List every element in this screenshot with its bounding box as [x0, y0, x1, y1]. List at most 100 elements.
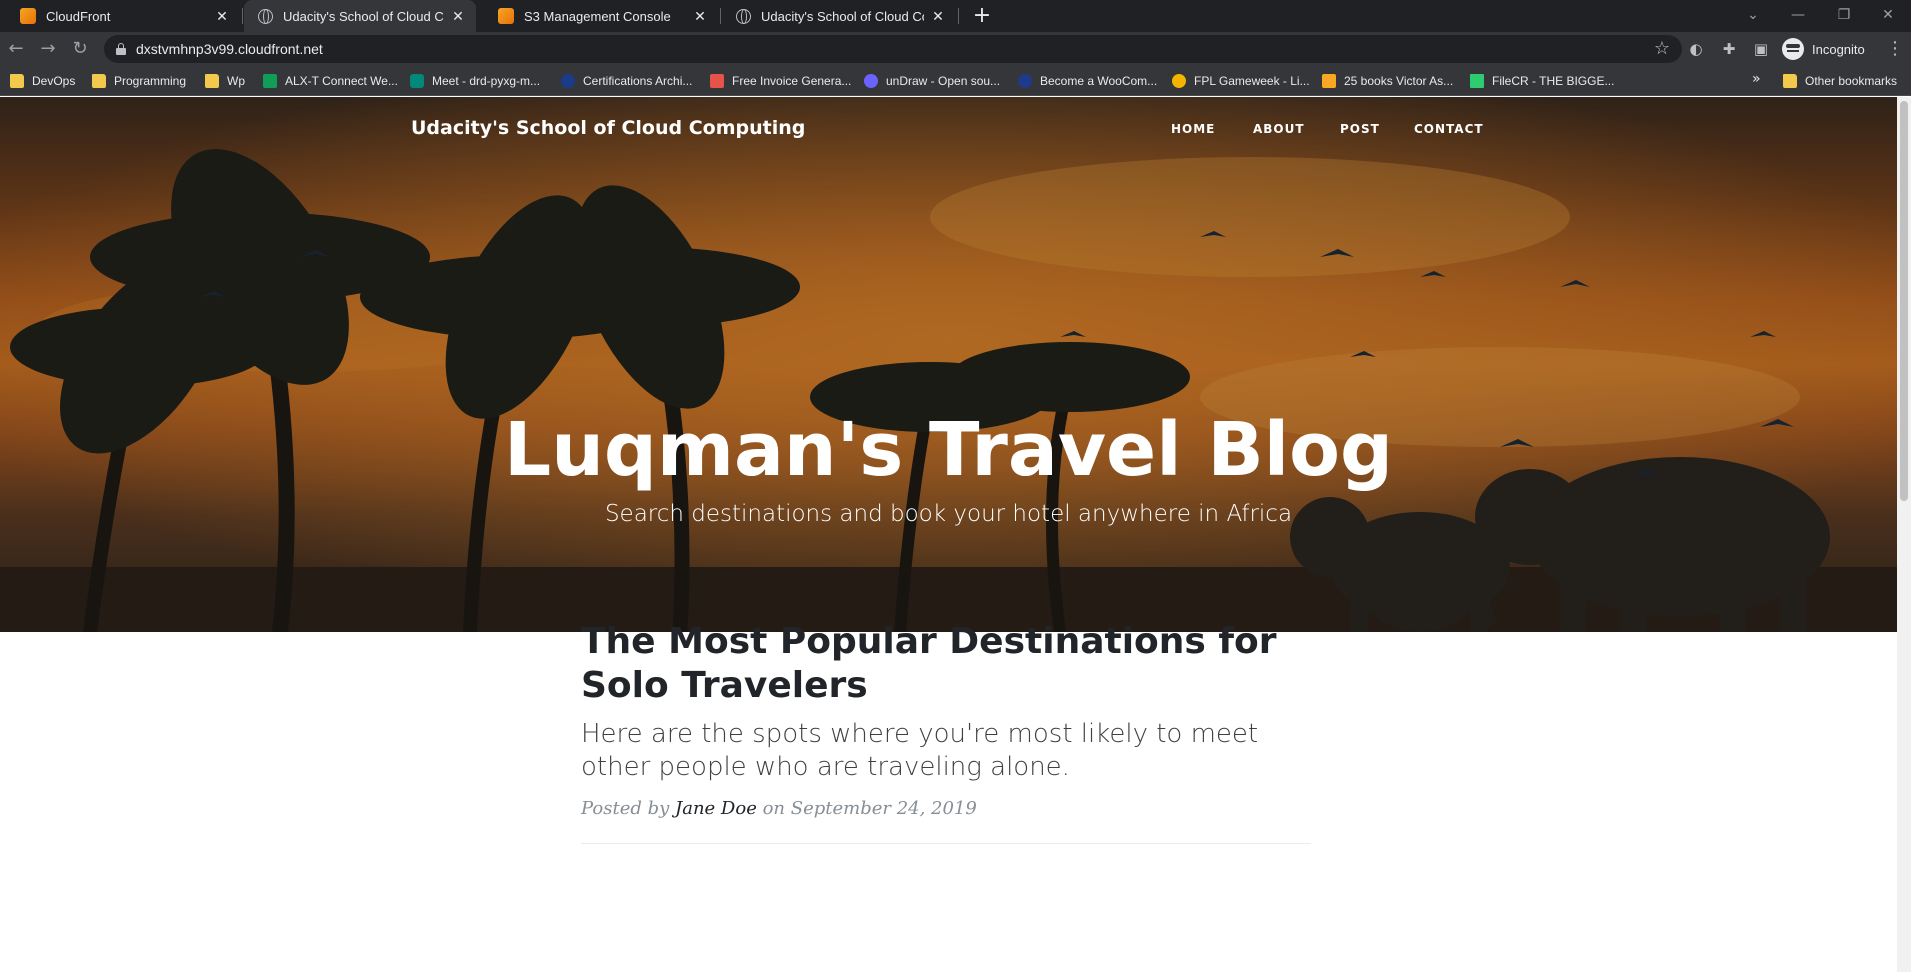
- tab-udacity-active[interactable]: Udacity's School of Cloud Computing ✕: [244, 0, 476, 32]
- reload-icon[interactable]: ↻: [68, 37, 92, 61]
- bookmark-woocommerce[interactable]: Become a WooCom...: [1018, 72, 1157, 90]
- tab-title: S3 Management Console: [524, 8, 671, 24]
- new-tab-button[interactable]: +: [970, 4, 994, 28]
- profile-button[interactable]: Incognito: [1782, 37, 1865, 61]
- address-url[interactable]: dxstvmhnp3v99.cloudfront.net: [136, 41, 323, 57]
- tab-separator: [958, 8, 959, 24]
- forward-icon[interactable]: →: [36, 37, 60, 61]
- nav-about-link[interactable]: ABOUT: [1253, 122, 1305, 136]
- book-icon: [1322, 74, 1336, 88]
- filecr-icon: [1470, 74, 1484, 88]
- globe-icon: [736, 8, 751, 24]
- lock-icon[interactable]: [116, 43, 126, 55]
- extension-icon[interactable]: ◐: [1684, 37, 1708, 61]
- post-author-link[interactable]: Jane Doe: [675, 798, 757, 819]
- aws-icon: [20, 8, 36, 24]
- scrollbar-thumb[interactable]: [1900, 101, 1908, 501]
- tab-search-icon[interactable]: ⌄: [1733, 4, 1773, 26]
- bookmark-label: 25 books Victor As...: [1344, 74, 1454, 88]
- back-icon[interactable]: ←: [4, 37, 28, 61]
- close-icon[interactable]: ✕: [692, 8, 708, 25]
- tab-s3-console[interactable]: S3 Management Console ✕: [484, 0, 718, 32]
- bookmark-wp[interactable]: Wp: [205, 72, 245, 90]
- close-window-icon[interactable]: ✕: [1868, 4, 1908, 26]
- bookmark-label: FPL Gameweek - Li...: [1194, 74, 1310, 88]
- address-bar[interactable]: dxstvmhnp3v99.cloudfront.net ☆: [104, 35, 1682, 63]
- folder-icon: [1783, 74, 1797, 88]
- nav-home-link[interactable]: HOME: [1171, 122, 1215, 136]
- bookmarks-bar: DevOps Programming Wp ALX-T Connect We..…: [0, 66, 1911, 96]
- bookmark-filecr[interactable]: FileCR - THE BIGGE...: [1470, 72, 1614, 90]
- folder-icon: [10, 74, 24, 88]
- post-title[interactable]: The Most Popular Destinations for Solo T…: [581, 620, 1311, 708]
- bookmark-label: unDraw - Open sou...: [886, 74, 1001, 88]
- bookmarks-overflow-icon[interactable]: »: [1752, 71, 1761, 87]
- bookmark-label: Programming: [114, 74, 187, 88]
- bookmark-meet[interactable]: Meet - drd-pyxg-m...: [410, 72, 540, 90]
- folder-icon: [205, 74, 219, 88]
- bookmark-alx[interactable]: ALX-T Connect We...: [263, 72, 398, 90]
- post-meta-prefix: Posted by: [581, 798, 670, 819]
- bookmark-label: FileCR - THE BIGGE...: [1492, 74, 1615, 88]
- close-icon[interactable]: ✕: [930, 8, 946, 25]
- tab-separator: [720, 8, 721, 24]
- badge-icon: [561, 74, 575, 88]
- sheets-icon: [263, 74, 277, 88]
- post-meta-date: on September 24, 2019: [762, 798, 977, 819]
- bookmark-label: Wp: [227, 74, 245, 88]
- extensions-puzzle-icon[interactable]: ✚: [1717, 37, 1741, 61]
- bookmark-undraw[interactable]: unDraw - Open sou...: [864, 72, 1000, 90]
- bookmark-fpl[interactable]: FPL Gameweek - Li...: [1172, 72, 1310, 90]
- bookmark-devops[interactable]: DevOps: [10, 72, 75, 90]
- bookmark-certifications[interactable]: Certifications Archi...: [561, 72, 692, 90]
- folder-icon: [92, 74, 106, 88]
- hero-banner: Udacity's School of Cloud Computing HOME…: [0, 97, 1897, 632]
- close-icon[interactable]: ✕: [450, 8, 466, 25]
- close-icon[interactable]: ✕: [214, 8, 230, 25]
- nav-post-link[interactable]: POST: [1340, 122, 1380, 136]
- incognito-icon: [1782, 38, 1804, 60]
- tab-title: CloudFront: [46, 8, 111, 24]
- page-subtitle: Search destinations and book your hotel …: [604, 501, 1293, 527]
- tab-cloudfront[interactable]: CloudFront ✕: [6, 0, 240, 32]
- other-bookmarks[interactable]: Other bookmarks: [1783, 72, 1897, 90]
- globe-icon: [258, 8, 273, 24]
- post-divider: [581, 843, 1311, 844]
- post-meta: Posted by Jane Doe on September 24, 2019: [581, 798, 1311, 819]
- meet-icon: [410, 74, 424, 88]
- hero-overlay: [0, 97, 1897, 632]
- bookmark-label: Become a WooCom...: [1040, 74, 1158, 88]
- bookmark-label: Meet - drd-pyxg-m...: [432, 74, 541, 88]
- kebab-menu-icon[interactable]: ⋮: [1886, 37, 1904, 61]
- bookmark-programming[interactable]: Programming: [92, 72, 186, 90]
- site-navbar: Udacity's School of Cloud Computing HOME…: [0, 97, 1897, 157]
- bookmark-label: Free Invoice Genera...: [732, 74, 852, 88]
- tab-title: Udacity's School of Cloud Computing: [761, 8, 924, 24]
- page-title: Luqman's Travel Blog: [504, 407, 1393, 493]
- post-preview[interactable]: The Most Popular Destinations for Solo T…: [581, 620, 1311, 819]
- tab-udacity[interactable]: Udacity's School of Cloud Computing ✕: [722, 0, 956, 32]
- invoice-icon: [710, 74, 724, 88]
- browser-toolbar: ← → ↻ dxstvmhnp3v99.cloudfront.net ☆ ◐ ✚…: [0, 32, 1911, 66]
- side-panel-icon[interactable]: ▣: [1749, 37, 1773, 61]
- page-scrollbar[interactable]: [1897, 97, 1911, 972]
- bookmark-label: DevOps: [32, 74, 76, 88]
- bookmark-books[interactable]: 25 books Victor As...: [1322, 72, 1453, 90]
- bookmark-label: Other bookmarks: [1805, 74, 1898, 88]
- bookmark-star-icon[interactable]: ☆: [1654, 38, 1670, 59]
- fpl-icon: [1172, 74, 1186, 88]
- tab-separator: [242, 8, 243, 24]
- nav-contact-link[interactable]: CONTACT: [1414, 122, 1484, 136]
- woo-icon: [1018, 74, 1032, 88]
- site-brand-link[interactable]: Udacity's School of Cloud Computing: [411, 117, 805, 139]
- tab-title: Udacity's School of Cloud Computing: [283, 8, 444, 24]
- bookmark-label: Certifications Archi...: [583, 74, 693, 88]
- undraw-icon: [864, 74, 878, 88]
- profile-label: Incognito: [1812, 41, 1865, 57]
- restore-icon[interactable]: ❐: [1824, 4, 1864, 26]
- page-viewport: Udacity's School of Cloud Computing HOME…: [0, 97, 1897, 972]
- bookmark-invoice[interactable]: Free Invoice Genera...: [710, 72, 851, 90]
- aws-icon: [498, 8, 514, 24]
- post-subtitle[interactable]: Here are the spots where you're most lik…: [581, 718, 1311, 784]
- minimize-icon[interactable]: —: [1778, 4, 1818, 26]
